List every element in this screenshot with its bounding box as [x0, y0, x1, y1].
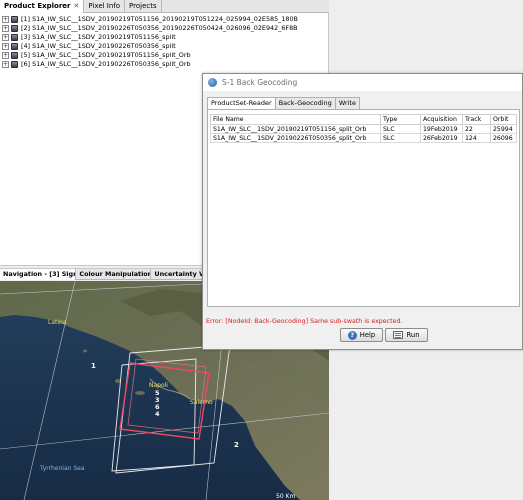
cell-file-name: S1A_IW_SLC__1SDV_20190219T051156_split_O… — [210, 124, 381, 134]
product-icon — [11, 16, 18, 23]
map-label-napoli: Napoli — [149, 382, 168, 389]
product-name: [4] S1A_IW_SLC__1SDV_20190226T050356_spl… — [21, 42, 176, 50]
help-icon: ? — [347, 330, 357, 340]
product-row-3[interactable]: + [3] S1A_IW_SLC__1SDV_20190219T051156_s… — [2, 33, 298, 42]
run-icon — [393, 331, 404, 339]
cell-acquisition: 19Feb2019 — [420, 124, 463, 134]
product-row-1[interactable]: + [1] S1A_IW_SLC__1SDV_20190219T051156_2… — [2, 15, 298, 24]
cell-file-name: S1A_IW_SLC__1SDV_20190226T050356_split_O… — [210, 133, 381, 143]
cell-orbit: 26096 — [490, 133, 517, 143]
cell-type: SLC — [380, 124, 421, 134]
error-message: Error: [NodeId: Back-Geocoding] Same sub… — [206, 318, 403, 325]
snap-app-icon — [208, 78, 217, 87]
tab-product-explorer[interactable]: Product Explorer ✕ — [0, 0, 85, 13]
col-acquisition[interactable]: Acquisition — [420, 114, 463, 125]
footprint-label-2: 2 — [234, 441, 239, 449]
col-type[interactable]: Type — [380, 114, 421, 125]
product-row-5[interactable]: + [5] S1A_IW_SLC__1SDV_20190219T051156_s… — [2, 51, 298, 60]
expand-icon[interactable]: + — [2, 34, 9, 41]
dialog-title: S-1 Back Geocoding — [222, 78, 298, 87]
expand-icon[interactable]: + — [2, 16, 9, 23]
expand-icon[interactable]: + — [2, 52, 9, 59]
cell-track: 124 — [462, 133, 491, 143]
product-icon — [11, 43, 18, 50]
help-button-label: Help — [359, 331, 376, 339]
cell-track: 22 — [462, 124, 491, 134]
product-name: [6] S1A_IW_SLC__1SDV_20190226T050356_spl… — [21, 60, 191, 68]
product-icon — [11, 52, 18, 59]
table-row[interactable]: S1A_IW_SLC__1SDV_20190226T050356_split_O… — [210, 133, 517, 143]
run-button[interactable]: Run — [385, 328, 428, 342]
burst-labels: 5 3 6 4 — [155, 389, 160, 418]
map-label-salerno: Salerno — [190, 399, 213, 406]
help-button[interactable]: ? Help — [340, 328, 383, 342]
back-geocoding-dialog: S-1 Back Geocoding ProductSet-Reader Bac… — [202, 73, 523, 350]
tab-projects[interactable]: Projects — [125, 0, 162, 13]
cell-orbit: 25994 — [490, 124, 517, 134]
table-row[interactable]: S1A_IW_SLC__1SDV_20190219T051156_split_O… — [210, 124, 517, 134]
tab-write[interactable]: Write — [334, 97, 360, 109]
tab-navigation[interactable]: Navigation - [3] Sigm... — [0, 269, 77, 280]
tab-product-explorer-label: Product Explorer — [4, 2, 71, 10]
col-track[interactable]: Track — [462, 114, 491, 125]
tab-projects-label: Projects — [129, 2, 157, 10]
file-table[interactable]: File Name Type Acquisition Track Orbit S… — [210, 114, 517, 143]
expand-icon[interactable]: + — [2, 43, 9, 50]
map-scale-label: 50 Km — [276, 493, 296, 500]
tab-uncertainty-visibility[interactable]: Uncertainty Visi — [151, 269, 206, 280]
close-icon[interactable]: ✕ — [74, 0, 80, 13]
run-button-label: Run — [406, 331, 420, 339]
tab-productset-reader[interactable]: ProductSet-Reader — [207, 97, 276, 109]
productset-panel: File Name Type Acquisition Track Orbit S… — [207, 109, 520, 307]
expand-icon[interactable]: + — [2, 61, 9, 68]
product-icon — [11, 34, 18, 41]
cell-type: SLC — [380, 133, 421, 143]
product-tree: + [1] S1A_IW_SLC__1SDV_20190219T051156_2… — [2, 15, 298, 69]
expand-icon[interactable]: + — [2, 25, 9, 32]
map-label-latina: Latina — [48, 319, 67, 326]
product-icon — [11, 25, 18, 32]
product-row-2[interactable]: + [2] S1A_IW_SLC__1SDV_20190226T050356_2… — [2, 24, 298, 33]
map-label-tyrrhenian-sea: Tyrrhenian Sea — [40, 465, 85, 472]
tab-pixel-info-label: Pixel Info — [88, 2, 121, 10]
product-name: [1] S1A_IW_SLC__1SDV_20190219T051156_201… — [21, 15, 298, 23]
dialog-titlebar[interactable]: S-1 Back Geocoding — [203, 74, 522, 91]
tab-colour-manipulation[interactable]: Colour Manipulation ... — [76, 269, 152, 280]
dialog-tabs: ProductSet-Reader Back-Geocoding Write — [207, 97, 360, 109]
col-file-name[interactable]: File Name — [210, 114, 381, 125]
tab-pixel-info[interactable]: Pixel Info — [84, 0, 126, 13]
navigation-tabbar: Navigation - [3] Sigm... Colour Manipula… — [0, 268, 206, 280]
footprint-label-1: 1 — [91, 362, 96, 370]
product-name: [3] S1A_IW_SLC__1SDV_20190219T051156_spl… — [21, 33, 176, 41]
product-name: [2] S1A_IW_SLC__1SDV_20190226T050356_201… — [21, 24, 298, 32]
table-header-row: File Name Type Acquisition Track Orbit — [210, 114, 517, 125]
cell-acquisition: 26Feb2019 — [420, 133, 463, 143]
tab-back-geocoding[interactable]: Back-Geocoding — [274, 97, 336, 109]
product-row-6[interactable]: + [6] S1A_IW_SLC__1SDV_20190226T050356_s… — [2, 60, 298, 69]
explorer-tabbar: Product Explorer ✕ Pixel Info Projects — [0, 0, 329, 13]
product-icon — [11, 61, 18, 68]
col-orbit[interactable]: Orbit — [490, 114, 517, 125]
product-row-4[interactable]: + [4] S1A_IW_SLC__1SDV_20190226T050356_s… — [2, 42, 298, 51]
product-name: [5] S1A_IW_SLC__1SDV_20190219T051156_spl… — [21, 51, 191, 59]
